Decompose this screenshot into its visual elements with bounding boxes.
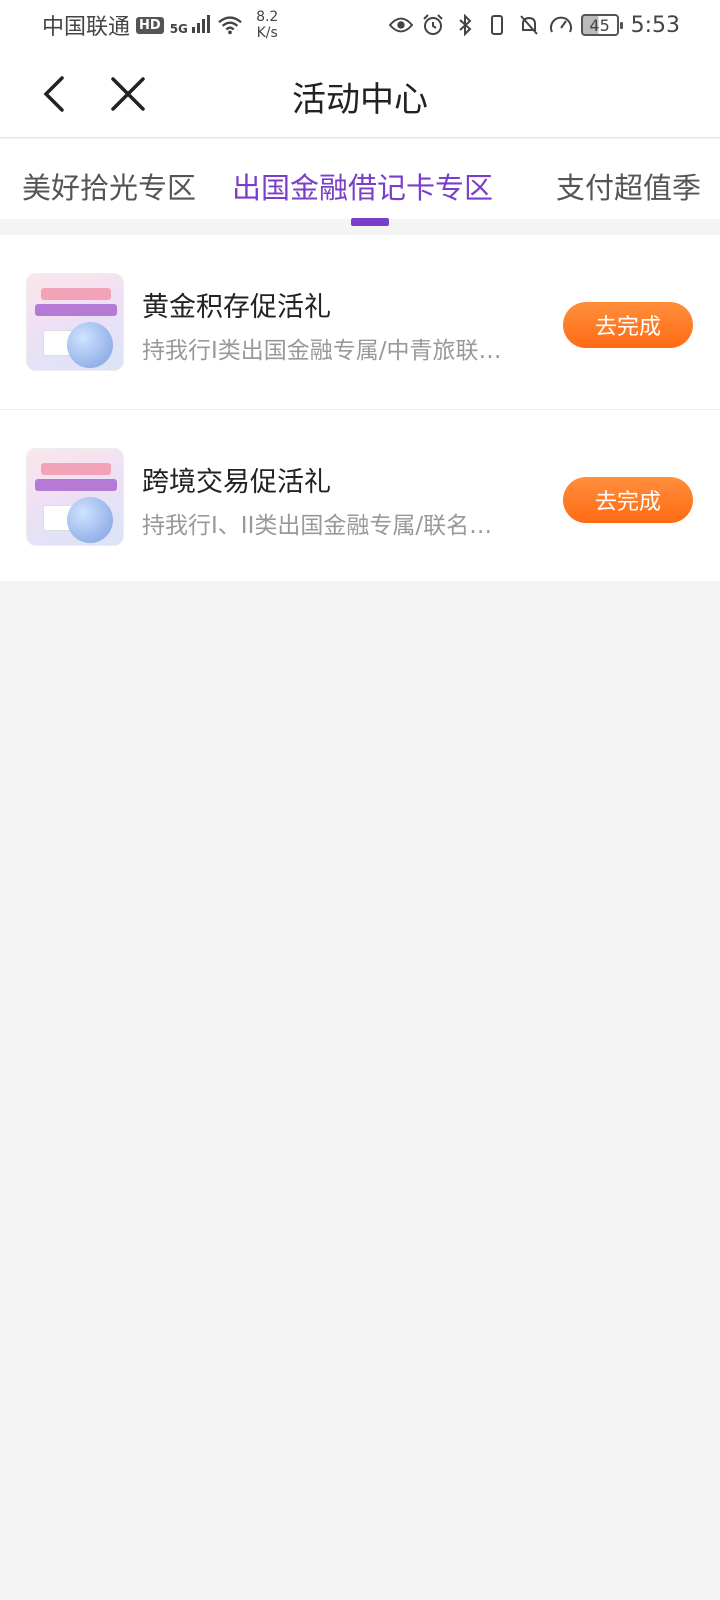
bell-off-icon	[517, 13, 541, 37]
carrier-name: 中国联通	[42, 15, 131, 40]
vibrate-icon	[485, 13, 509, 37]
active-tab-indicator	[351, 218, 389, 226]
list-item[interactable]: 跨境交易促活礼 持我行I、II类出国金融专属/联名… 去完成	[0, 410, 720, 581]
status-left: 中国联通 HD 5G 8.2 K/s	[42, 9, 278, 41]
wifi-icon	[218, 13, 242, 37]
tab-chuguo-jinrong[interactable]: 出国金融借记卡专区	[232, 165, 493, 207]
page-title: 活动中心	[292, 80, 428, 120]
list-item[interactable]: 黄金积存促活礼 持我行I类出国金融专属/中青旅联… 去完成	[0, 235, 720, 410]
item-title: 黄金积存促活礼	[142, 292, 331, 323]
battery-icon: 45	[580, 14, 623, 36]
net-speed: 8.2 K/s	[256, 9, 278, 41]
promo-thumbnail	[26, 273, 124, 371]
status-bar: 中国联通 HD 5G 8.2 K/s 45 5:53	[0, 0, 720, 50]
activity-list: 黄金积存促活礼 持我行I类出国金融专属/中青旅联… 去完成 跨境交易促活礼 持我…	[0, 235, 720, 581]
item-title: 跨境交易促活礼	[142, 467, 331, 498]
eye-icon	[388, 13, 413, 37]
go-complete-button[interactable]: 去完成	[563, 477, 693, 523]
alarm-icon	[421, 13, 445, 37]
clock: 5:53	[630, 12, 680, 38]
tab-meihao-shiguang[interactable]: 美好拾光专区	[22, 165, 196, 207]
net-speed-unit: K/s	[256, 25, 278, 41]
signal-label: 5G	[169, 22, 188, 36]
item-description: 持我行I、II类出国金融专属/联名…	[142, 513, 493, 539]
hd-badge: HD	[136, 16, 164, 34]
item-description: 持我行I类出国金融专属/中青旅联…	[142, 338, 502, 364]
promo-thumbnail	[26, 448, 124, 546]
category-tabs: 美好拾光专区 出国金融借记卡专区 支付超值季	[0, 139, 720, 227]
signal-icon: 5G	[170, 15, 212, 35]
speedometer-icon	[549, 13, 573, 37]
tab-zhifu-chaozhi[interactable]: 支付超值季	[556, 165, 701, 207]
bluetooth-icon	[453, 13, 477, 37]
battery-level: 45	[589, 15, 610, 35]
go-complete-button[interactable]: 去完成	[563, 302, 693, 348]
status-right: 45 5:53	[388, 12, 680, 38]
top-nav-bar: 活动中心	[0, 50, 720, 138]
net-speed-value: 8.2	[256, 9, 279, 25]
